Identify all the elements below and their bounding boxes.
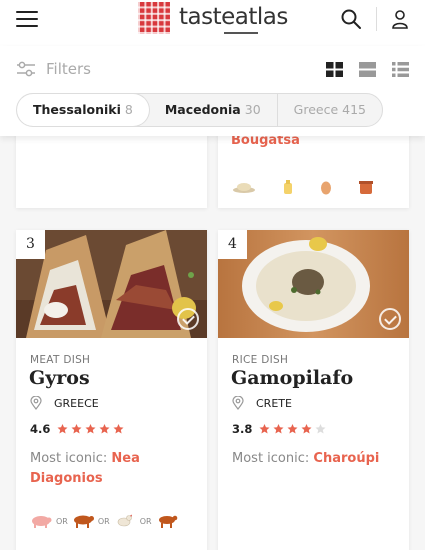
semolina-icon [233, 183, 255, 193]
rank-number: 3 [16, 230, 45, 259]
location-pin-icon [30, 396, 42, 410]
filters-label: Filters [46, 60, 91, 78]
ingredient-icons: OR OR OR [30, 514, 178, 528]
ingredient-icons [232, 179, 374, 195]
rating-stars [56, 423, 125, 435]
chip-label: Macedonia [164, 102, 241, 117]
chip-macedonia[interactable]: Macedonia 30 [149, 94, 277, 126]
veal-icon [158, 515, 177, 528]
rank-number: 4 [218, 230, 247, 259]
logo-text: tasteatlas [179, 4, 288, 30]
grid-view-icon[interactable] [326, 62, 343, 77]
tried-check-icon[interactable] [177, 308, 199, 330]
user-icon[interactable] [391, 9, 409, 29]
most-iconic-label: Most iconic: [232, 451, 310, 466]
list-large-view-icon[interactable] [359, 62, 376, 77]
dish-name[interactable]: Gyros [29, 367, 90, 389]
logo-mark-icon [138, 2, 170, 34]
view-toggle-group [326, 62, 409, 77]
top-header: tasteatlas [0, 0, 425, 46]
beef-icon [73, 515, 94, 528]
location-pin-icon [232, 396, 244, 410]
star-icon [315, 424, 326, 434]
location-text: CRETE [256, 396, 292, 410]
chip-count: 30 [244, 102, 261, 117]
or-label: OR [97, 516, 110, 526]
chip-thessaloniki[interactable]: Thessaloniki 8 [17, 94, 149, 126]
chip-label: Thessaloniki [33, 102, 121, 117]
location-text: GREECE [54, 396, 99, 410]
tried-check-icon[interactable] [379, 308, 401, 330]
most-iconic-label: Most iconic: [30, 451, 108, 466]
star-icon [99, 424, 110, 434]
logo-underline [224, 32, 258, 34]
chip-count: 415 [342, 102, 367, 117]
star-icon [71, 424, 82, 434]
filter-bar: Filters Thessaloniki 8 Macedonia 30 Greece… [0, 46, 425, 136]
chip-label: Greece [293, 102, 339, 117]
dish-card-gyros[interactable]: 3 MEAT DISH Gyros GREECE 4.6 Most iconic… [16, 230, 207, 550]
dish-location[interactable]: CRETE [232, 396, 292, 410]
butter-icon [284, 180, 292, 194]
rating-value: 3.8 [232, 422, 253, 436]
dish-type: MEAT DISH [30, 354, 91, 366]
search-icon[interactable] [340, 8, 362, 30]
or-label: OR [139, 516, 152, 526]
star-icon [113, 424, 124, 434]
most-iconic: Most iconic: Charoúpi [232, 449, 402, 469]
filters-button[interactable]: Filters [16, 60, 91, 78]
rating-value: 4.6 [30, 422, 51, 436]
dish-location[interactable]: GREECE [30, 396, 99, 410]
rating-stars [258, 423, 327, 435]
dish-type: RICE DISH [232, 354, 289, 366]
chicken-icon [117, 514, 132, 527]
star-icon [57, 424, 68, 434]
hamburger-menu-icon[interactable] [16, 11, 38, 28]
dish-rating: 3.8 [232, 422, 327, 436]
star-icon [301, 424, 312, 434]
chip-count: 8 [124, 102, 133, 117]
or-label: OR [56, 516, 68, 526]
card-bottom: Bougatsa [218, 133, 409, 208]
most-iconic: Most iconic: Nea Diagonios [30, 449, 200, 489]
star-icon [85, 424, 96, 434]
most-iconic-name[interactable]: Charoúpi [313, 451, 379, 466]
filters-sliders-icon [17, 61, 35, 77]
pork-icon [32, 516, 52, 528]
list-compact-view-icon[interactable] [392, 62, 409, 77]
honey-jar-icon [359, 181, 373, 194]
dish-name[interactable]: Gamopilafo [231, 367, 353, 389]
dish-card-gamopilafo[interactable]: 4 RICE DISH Gamopilafo CRETE 3.8 Most ic… [218, 230, 409, 550]
egg-icon [321, 181, 331, 194]
header-divider [376, 7, 377, 31]
star-icon [287, 424, 298, 434]
star-icon [273, 424, 284, 434]
dish-rating: 4.6 [30, 422, 125, 436]
star-icon [259, 424, 270, 434]
chip-greece[interactable]: Greece 415 [276, 94, 382, 126]
region-chips: Thessaloniki 8 Macedonia 30 Greece 415 [16, 93, 384, 127]
